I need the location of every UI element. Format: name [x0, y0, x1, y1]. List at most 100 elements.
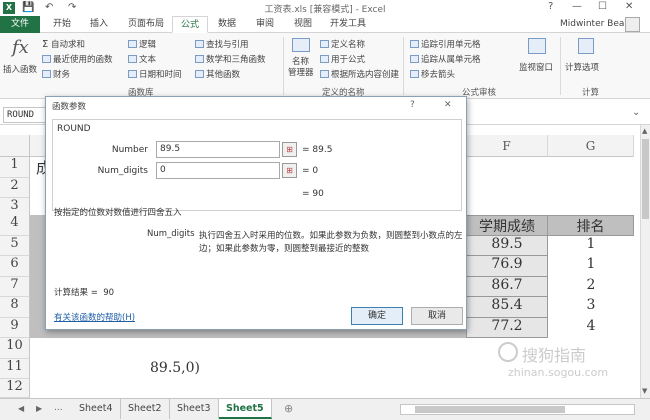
- cell-score[interactable]: 86.7: [466, 276, 548, 297]
- avatar[interactable]: [625, 17, 640, 32]
- lookup-icon: [195, 40, 204, 48]
- financial-button[interactable]: 财务: [42, 68, 70, 80]
- column-header-g[interactable]: G: [548, 135, 634, 157]
- maximize-button[interactable]: ☐: [598, 1, 607, 12]
- cell-score[interactable]: 76.9: [466, 256, 548, 277]
- select-all-corner[interactable]: [0, 135, 30, 157]
- function-arguments-dialog: 函数参数 ? ✕ ROUND Number 89.5 ⊞ = 89.5 Num_…: [45, 96, 467, 330]
- hscroll-thumb[interactable]: [415, 406, 565, 413]
- cell-rank[interactable]: 3: [548, 297, 634, 318]
- ok-button[interactable]: 确定: [351, 307, 403, 325]
- help-icon[interactable]: ?: [548, 1, 553, 12]
- define-name-button[interactable]: 定义名称: [320, 38, 365, 50]
- cell-rank[interactable]: 2: [548, 277, 634, 298]
- tab-view[interactable]: 视图: [286, 16, 320, 33]
- arg1-result: = 89.5: [302, 145, 333, 155]
- trace-icon: [410, 55, 419, 63]
- cell-score[interactable]: 85.4: [466, 297, 548, 318]
- divider: [283, 37, 284, 95]
- row-header[interactable]: 2: [0, 177, 30, 198]
- insert-function-button[interactable]: 插入函数: [3, 63, 37, 75]
- arg2-result: = 0: [302, 166, 319, 176]
- datetime-button[interactable]: 日期和时间: [128, 68, 182, 80]
- cell-rank[interactable]: 1: [548, 236, 634, 257]
- trace-precedents-button[interactable]: 追踪引用单元格: [410, 38, 481, 50]
- group-label-audit: 公式审核: [462, 88, 497, 98]
- sheet-tab[interactable]: Sheet3: [170, 399, 219, 419]
- cell-score[interactable]: 77.2: [466, 317, 548, 338]
- cell-rank[interactable]: 1: [548, 256, 634, 277]
- column-header-f[interactable]: F: [466, 135, 548, 157]
- sheet-tab[interactable]: Sheet4: [72, 399, 121, 419]
- create-from-selection-button[interactable]: 根据所选内容创建: [320, 68, 399, 80]
- collapse-dialog-icon[interactable]: ⊞: [282, 163, 297, 178]
- cell-header-score[interactable]: 学期成绩: [466, 215, 548, 236]
- add-sheet-icon[interactable]: ⊕: [284, 402, 293, 415]
- cancel-button[interactable]: 取消: [411, 307, 463, 325]
- row-header[interactable]: 7: [0, 276, 30, 297]
- tab-review[interactable]: 审阅: [248, 16, 282, 33]
- number-input[interactable]: 89.5: [156, 141, 280, 158]
- close-button[interactable]: ✕: [625, 1, 633, 12]
- tab-prev-icon[interactable]: ◀: [18, 404, 24, 413]
- name-manager-button-line2[interactable]: 管理器: [288, 66, 314, 78]
- lookup-button[interactable]: 查找与引用: [195, 38, 249, 50]
- tab-developer[interactable]: 开发工具: [322, 16, 374, 33]
- row-header[interactable]: 12: [0, 379, 30, 398]
- dialog-help-icon[interactable]: ?: [410, 100, 415, 110]
- ribbon-tabs: 文件 开始 插入 页面布局 公式 数据 审阅 视图 开发工具 Midwinter…: [0, 16, 650, 33]
- user-name[interactable]: Midwinter Bear: [560, 19, 628, 29]
- watch-window-button[interactable]: 监视窗口: [519, 61, 553, 73]
- row-header[interactable]: 9: [0, 317, 30, 338]
- row-header[interactable]: 8: [0, 297, 30, 318]
- scroll-down-icon[interactable]: ▼: [642, 387, 647, 395]
- row-header[interactable]: 10: [0, 338, 30, 359]
- function-fx-icon[interactable]: fx: [12, 37, 29, 58]
- tab-file[interactable]: 文件: [0, 16, 40, 33]
- horizontal-scrollbar[interactable]: [400, 404, 635, 415]
- row-header[interactable]: 6: [0, 256, 30, 277]
- minimize-button[interactable]: —: [572, 1, 582, 12]
- trace-icon: [410, 40, 419, 48]
- logical-button[interactable]: 逻辑: [128, 38, 156, 50]
- arg1-label: Number: [111, 145, 148, 155]
- use-in-formula-button[interactable]: 用于公式: [320, 53, 365, 65]
- scroll-up-icon[interactable]: ▲: [642, 127, 647, 135]
- row-header[interactable]: 5: [0, 235, 30, 256]
- watermark-brand: 搜狗指南: [522, 346, 587, 365]
- cell-score[interactable]: 89.5: [466, 235, 548, 256]
- more-functions-button[interactable]: 其他函数: [195, 68, 240, 80]
- tab-page-layout[interactable]: 页面布局: [120, 16, 172, 33]
- cell-rank[interactable]: 4: [548, 318, 634, 339]
- collapse-dialog-icon[interactable]: ⊞: [282, 142, 297, 157]
- clock-icon: [128, 70, 137, 78]
- expand-formula-bar-icon[interactable]: ⌄: [632, 107, 640, 118]
- tab-formulas[interactable]: 公式: [172, 16, 209, 33]
- sheet-tab-active[interactable]: Sheet5: [219, 399, 272, 419]
- formula-text-row11[interactable]: 89.5,0): [150, 360, 200, 376]
- trace-dependents-button[interactable]: 追踪从属单元格: [410, 53, 481, 65]
- remove-arrows-button[interactable]: 移去箭头: [410, 68, 455, 80]
- scroll-thumb[interactable]: [642, 139, 649, 219]
- row-header[interactable]: 4: [0, 215, 30, 236]
- cell-header-rank[interactable]: 排名: [548, 215, 634, 236]
- recent-functions-button[interactable]: 最近使用的函数: [42, 53, 113, 65]
- math-button[interactable]: 数学和三角函数: [195, 53, 266, 65]
- row-header[interactable]: 11: [0, 358, 30, 379]
- text-button[interactable]: 文本: [128, 53, 156, 65]
- tab-next-icon[interactable]: ▶: [36, 404, 42, 413]
- autosum-button[interactable]: Σ 自动求和: [42, 38, 85, 50]
- num-digits-input[interactable]: 0: [156, 162, 280, 179]
- finance-icon: [42, 70, 51, 78]
- tab-insert[interactable]: 插入: [82, 16, 116, 33]
- sheet-tab[interactable]: Sheet2: [121, 399, 170, 419]
- tab-home[interactable]: 开始: [45, 16, 79, 33]
- vertical-scrollbar[interactable]: ▲ ▼: [640, 125, 650, 398]
- dialog-close-icon[interactable]: ✕: [444, 100, 452, 110]
- row-header[interactable]: 1: [0, 157, 30, 178]
- calc-options-button[interactable]: 计算选项: [565, 61, 599, 73]
- calc-result: 计算结果 = 90: [54, 288, 115, 298]
- tab-data[interactable]: 数据: [210, 16, 244, 33]
- more-sheets[interactable]: ...: [54, 403, 63, 413]
- help-link[interactable]: 有关该函数的帮助(H): [54, 311, 135, 323]
